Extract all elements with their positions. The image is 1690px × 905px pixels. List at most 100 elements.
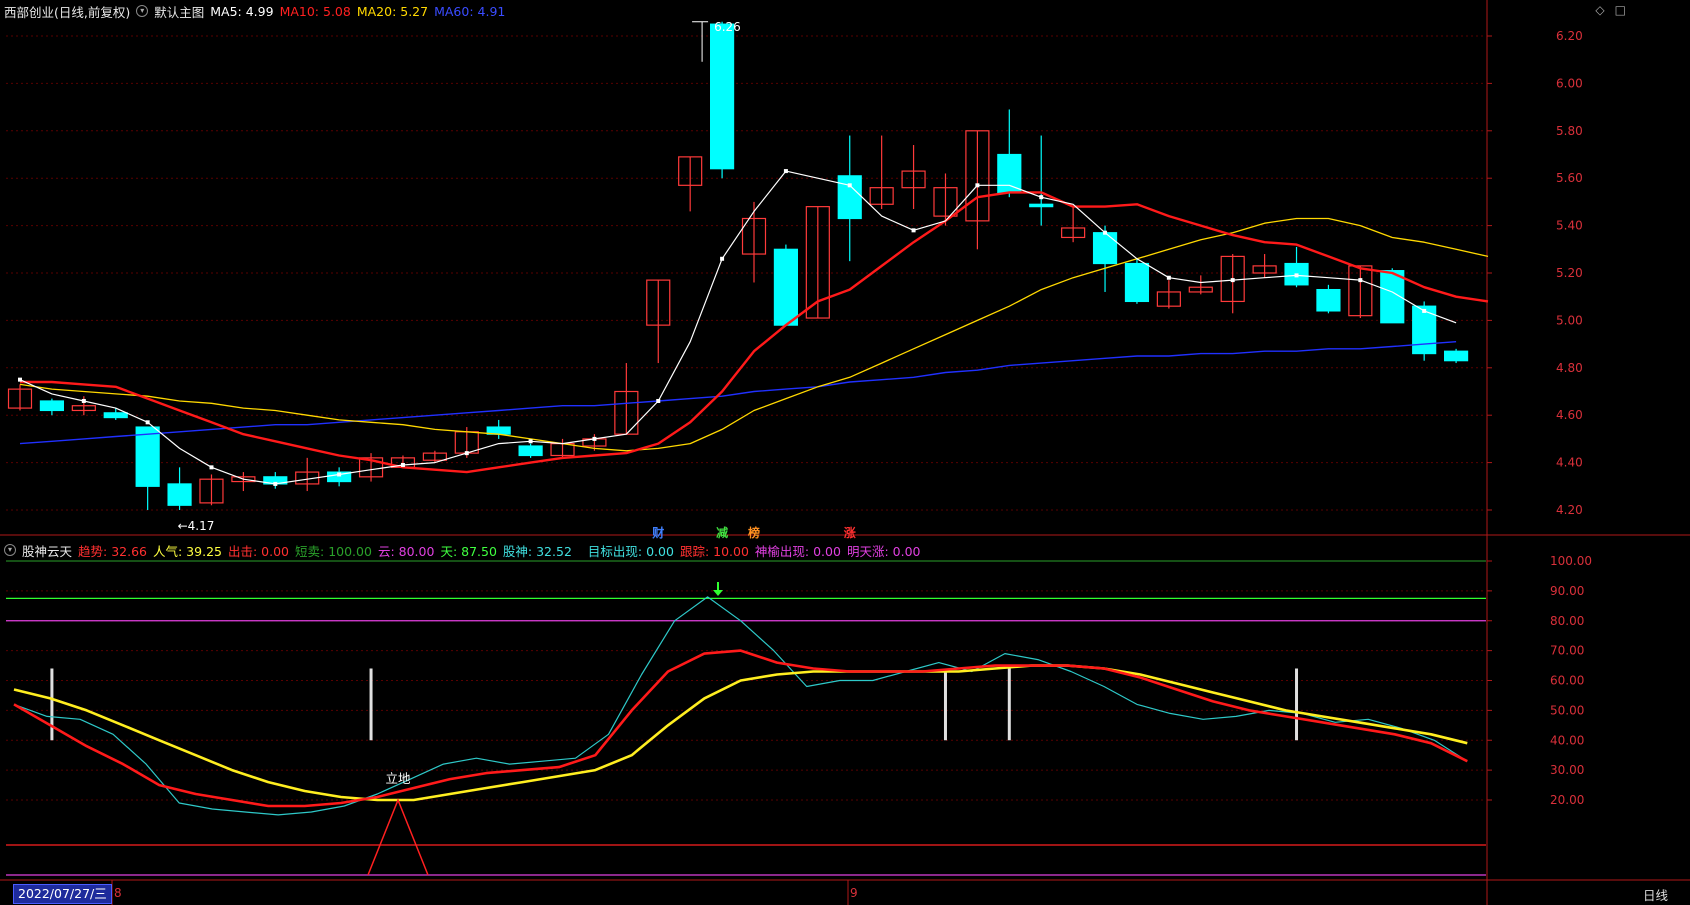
indicator-tick-label: 70.00 [1550,644,1584,658]
indicator-value: 神榆出现: 0.00 [754,543,841,559]
ma60-line [19,341,1457,445]
high-price-label: 6.26 [714,20,741,34]
template-name[interactable]: 默认主图 [154,2,204,21]
ma5-line [19,170,1457,485]
renqi-line [13,664,1468,802]
price-tick-label: 4.20 [1556,503,1583,517]
indicator-value: 出击: 0.00 [227,543,290,559]
price-tick-label: 5.80 [1556,124,1583,138]
ma5-marker [464,451,469,456]
indicator-value: 短卖: 100.00 [295,543,372,559]
price-tick-label: 4.80 [1556,361,1583,375]
ma5-marker [720,256,725,261]
indicator-value: 股神: 32.52 [502,543,572,559]
collapse-icon[interactable]: ▾ [4,544,16,556]
candle-body [1316,288,1341,312]
gushen-line [13,596,1468,816]
ma5-marker [1039,195,1044,200]
indicator-header: ▾ 股神云天 趋势: 32.66 人气: 39.25 出击: 0.00 短卖: 100… [4,540,920,560]
candle-body [773,248,799,326]
candle-body [39,400,65,412]
indicator-tick-label: 100.00 [1550,554,1592,568]
candle-body [1092,232,1118,265]
ma5-marker [1103,230,1108,235]
chart-canvas[interactable]: 89 6.26←4.17 财减榜涨 立地 6.206.005.805.605.40… [0,0,1690,905]
ma5-marker [337,472,342,477]
indicator-value: 跟踪: 10.00 [679,543,749,559]
ma5-marker [783,169,788,174]
indicator-tick-label: 60.00 [1550,674,1584,688]
candle-body [837,175,862,220]
indicator-tick-label: 40.00 [1550,733,1584,747]
indicator-tick-label: 80.00 [1550,614,1584,628]
indicator-value: 云: 80.00 [377,543,435,559]
month-marker: 8 [114,886,122,900]
price-tick-label: 6.20 [1556,29,1583,43]
candle-body [1443,350,1469,362]
low-price-label: ←4.17 [178,519,215,533]
candle-body [1124,262,1150,303]
event-badge: 财 [651,525,664,540]
ma5-marker [528,439,533,444]
square-icon[interactable]: □ [1615,3,1626,17]
price-tick-label: 4.40 [1556,456,1583,470]
main-chart-header: 西部创业(日线,前复权) ▾ 默认主图 MA5: 4.99 MA10: 5.08… [4,1,505,21]
period-label[interactable]: 日线 [1643,885,1668,904]
value-axis: 6.20 6.00 5.80 5.60 5.40 5.20 5.00 4.80 4.60 4.40… [1487,29,1592,807]
ma5-marker [1166,275,1171,280]
ma20-value: MA20: 5.27 [356,3,429,19]
stock-title[interactable]: 西部创业(日线,前复权) [4,2,130,21]
indicator-value: 趋势: 32.66 [78,543,147,559]
ma5-marker [400,462,405,467]
ma5-marker [975,183,980,188]
trend-line [13,649,1468,808]
price-panel[interactable]: 6.26 ←4.17 财 减 榜 涨 [7,20,1489,540]
candle-body [167,483,192,506]
ma5-marker [18,377,22,382]
ma5-marker [911,228,916,233]
cursor-date: 2022/07/27/三 [13,884,112,904]
indicator-value: 明天涨: 0.00 [846,543,921,559]
indicator-tick-label: 20.00 [1550,793,1584,807]
indicator-value: 目标出现: 0.00 [587,543,674,559]
ma5-marker [1294,273,1299,278]
arrow-down-icon-head [713,590,723,596]
chevron-down-icon[interactable]: ▾ [136,5,149,17]
ma5-marker [209,465,214,470]
candle-body [1029,203,1054,208]
lidi-label: 立地 [385,771,411,786]
ma5-marker [1230,278,1235,283]
price-tick-label: 4.60 [1556,408,1583,422]
lidi-triangle [367,797,429,876]
event-badge: 涨 [844,525,856,540]
price-tick-label: 6.00 [1556,76,1583,90]
ma5-marker [656,398,661,403]
price-tick-label: 5.60 [1556,171,1583,185]
price-tick-label: 5.40 [1556,219,1583,233]
ma10-value: MA10: 5.08 [279,3,351,19]
ma5-marker [81,398,86,403]
ma5-marker [592,436,597,441]
chart-frame: 89 [0,0,1690,905]
month-marker: 9 [850,886,858,900]
event-badge: 减 [716,525,728,540]
ma5-marker [1358,278,1363,283]
indicator-value: 天: 87.50 [440,543,497,559]
price-tick-label: 5.20 [1556,266,1583,280]
ma5-marker [847,183,852,188]
diamond-icon[interactable]: ◇ [1595,3,1604,17]
toolbar-icons: ◇ □ [1595,3,1626,17]
ma5-marker [1422,308,1427,313]
indicator-name[interactable]: 股神云天 [22,541,72,560]
indicator-tick-label: 30.00 [1550,763,1584,777]
candle-body [997,153,1022,194]
ma5-marker [273,481,278,486]
candle-body [709,23,735,170]
indicator-tick-label: 90.00 [1550,584,1584,598]
ma5-value: MA5: 4.99 [210,3,274,19]
candle-body [518,445,543,457]
indicator-value: 人气: 39.25 [153,543,222,559]
ma60-value: MA60: 4.91 [434,3,506,19]
indicator-panel[interactable]: 立地 [6,560,1486,876]
candle-body [103,412,128,419]
